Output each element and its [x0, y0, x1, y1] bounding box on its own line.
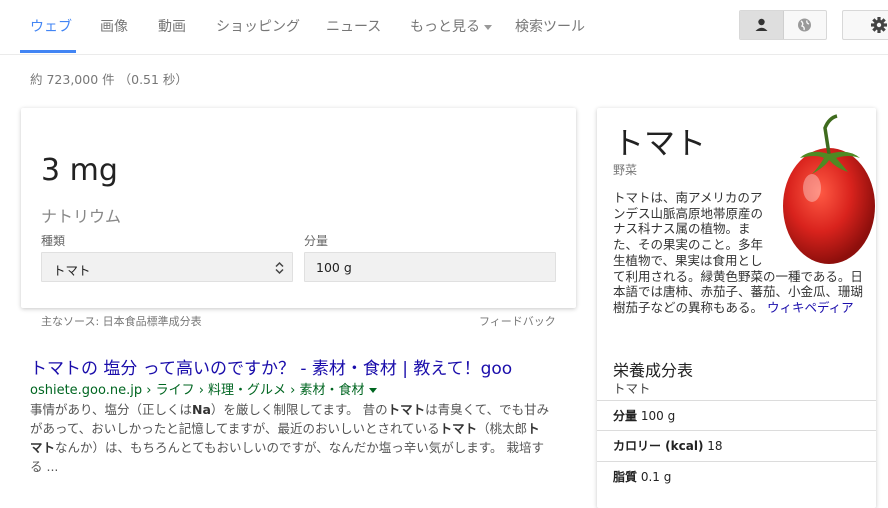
tab-shopping[interactable]: ショッピング — [216, 16, 300, 36]
result-breadcrumb: oshiete.goo.ne.jp › ライフ › 料理・グルメ › 素材・食材 — [30, 383, 365, 398]
quantity-input[interactable]: 100 g — [304, 252, 556, 282]
result-url: oshiete.goo.ne.jp › ライフ › 料理・グルメ › 素材・食材 — [30, 379, 377, 398]
food-type-select[interactable]: トマト — [41, 252, 293, 282]
nutrition-answer-card: 3 mg ナトリウム 種類 分量 トマト 100 g — [21, 108, 576, 308]
tab-search-tools[interactable]: 検索ツール — [515, 16, 585, 36]
tab-videos[interactable]: 動画 — [158, 16, 186, 36]
snippet-highlight: トマト — [439, 421, 478, 436]
search-nav: ウェブ 画像 動画 ショッピング ニュース もっと見る 検索ツール — [0, 0, 888, 55]
result-stats: 約 723,000 件 （0.51 秒） — [30, 72, 188, 87]
gear-icon — [871, 17, 887, 33]
personal-results-button[interactable] — [740, 11, 784, 39]
globe-icon — [798, 18, 811, 32]
quantity-value: 100 g — [316, 260, 352, 275]
nutrition-label: 脂質 — [613, 470, 638, 484]
answer-amount: 3 mg — [41, 153, 118, 188]
panel-subtitle: 野菜 — [613, 163, 638, 177]
knowledge-panel: トマト 野菜 トマトは、南アメリカのアンデス山脈高原地帯原産のナス科ナス属の植物… — [597, 108, 876, 508]
panel-title: トマト — [613, 126, 706, 162]
type-label: 種類 — [41, 234, 66, 248]
nutrition-label: カロリー (kcal) — [613, 439, 704, 453]
snippet-text: ）を厳しく制限してます。 昔の — [210, 402, 388, 417]
nutrition-label: 分量 — [613, 409, 638, 423]
snippet-text: 事情があり、塩分（正しくは — [30, 402, 193, 417]
tab-news[interactable]: ニュース — [326, 16, 381, 36]
up-down-arrow-icon — [275, 261, 284, 275]
quantity-label: 分量 — [304, 234, 329, 248]
wikipedia-link[interactable]: ウィキペディア — [767, 300, 854, 315]
snippet-text: なんか）は、もちろんとてもおいしいのですが、なんだか塩っ辛い気がします。 栽培す… — [30, 440, 544, 474]
result-snippet: 事情があり、塩分（正しくはNa）を厳しく制限してます。 昔のトマトは青臭くて、で… — [30, 400, 550, 476]
tab-more-label: もっと見る — [410, 19, 480, 35]
caret-down-icon[interactable] — [368, 388, 377, 393]
nutrition-value: 0.1 g — [640, 470, 672, 484]
result-title-link[interactable]: トマトの 塩分 って高いのですか？ - 素材・食材 | 教えて！goo — [30, 354, 512, 379]
nutrition-value: 100 g — [640, 409, 676, 423]
feedback-link[interactable]: フィードバック — [479, 313, 556, 329]
personal-results-toggle — [739, 10, 827, 40]
nutrition-value: 18 — [707, 439, 723, 453]
tab-more[interactable]: もっと見る — [410, 16, 492, 36]
tab-images[interactable]: 画像 — [100, 16, 128, 36]
snippet-highlight: Na — [192, 402, 211, 417]
person-icon — [755, 18, 768, 31]
settings-button[interactable] — [842, 10, 888, 40]
answer-source: 主なソース: 日本食品標準成分表 — [41, 315, 202, 328]
snippet-highlight: トマト — [387, 402, 426, 417]
active-tab-indicator — [20, 50, 76, 53]
snippet-text: （桃太郎 — [477, 421, 528, 436]
panel-description: トマトは、南アメリカのアンデス山脈高原地帯原産のナス科ナス属の植物。また、その果… — [613, 190, 869, 316]
tab-web[interactable]: ウェブ — [30, 16, 72, 36]
nutrition-table-subtitle: トマト — [613, 381, 651, 396]
chevron-down-icon — [484, 24, 492, 30]
nutrition-row: 脂質 0.1 g — [597, 461, 876, 490]
food-type-value: トマト — [53, 263, 91, 278]
global-results-button[interactable] — [783, 11, 826, 39]
image-float-spacer — [773, 190, 869, 268]
answer-nutrient: ナトリウム — [41, 207, 122, 226]
nutrition-row: 分量 100 g — [597, 400, 876, 429]
nutrition-row: カロリー (kcal) 18 — [597, 430, 876, 459]
